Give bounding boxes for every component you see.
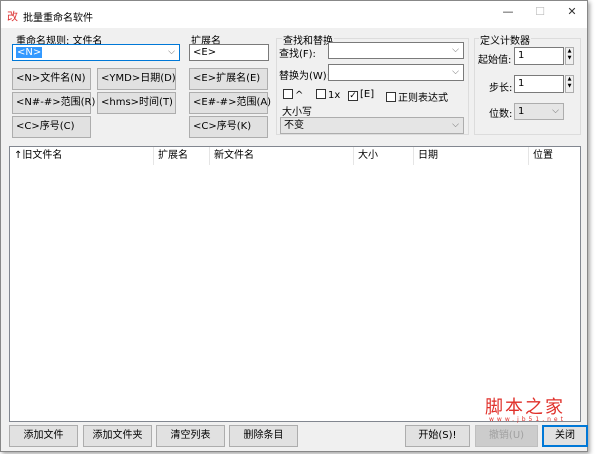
start-input[interactable]: 1 bbox=[514, 47, 564, 65]
column-size[interactable]: 大小 bbox=[354, 147, 414, 165]
ext-include-checkbox[interactable]: ✓ [E] bbox=[348, 89, 374, 101]
checkbox-box bbox=[316, 89, 326, 99]
step-label: 步长: bbox=[489, 83, 513, 94]
chevron-down-icon: ⌵ bbox=[452, 120, 459, 130]
chevron-down-icon: ⌵ bbox=[168, 47, 175, 57]
checkbox-label: ^ bbox=[295, 90, 304, 101]
counter-group-label: 定义计数器 bbox=[479, 32, 531, 47]
chevron-down-icon: ⌵ bbox=[452, 67, 459, 77]
ext-input[interactable]: <E> bbox=[189, 44, 269, 61]
title-bar: 改 批量重命名软件 — ☐ ✕ bbox=[1, 1, 587, 28]
rule-combo[interactable]: <N> ⌵ bbox=[12, 44, 180, 61]
column-date[interactable]: 日期 bbox=[414, 147, 529, 165]
step-spinner[interactable]: ▲ ▼ bbox=[565, 75, 574, 93]
column-new-name[interactable]: 新文件名 bbox=[210, 147, 354, 165]
regex-checkbox[interactable]: 正则表达式 bbox=[386, 89, 448, 104]
checkbox-label: [E] bbox=[360, 89, 375, 100]
checkmark-icon: ✓ bbox=[348, 91, 358, 101]
close-window-button[interactable]: ✕ bbox=[557, 5, 587, 23]
rule-counter-button[interactable]: <C>序号(C) bbox=[12, 116, 91, 138]
start-spinner[interactable]: ▲ ▼ bbox=[565, 47, 574, 65]
case-select[interactable]: 不变 ⌵ bbox=[280, 117, 464, 134]
digits-label: 位数: bbox=[489, 109, 513, 120]
app-icon: 改 bbox=[7, 10, 18, 23]
rule-date-button[interactable]: <YMD>日期(D) bbox=[97, 68, 176, 90]
start-button[interactable]: 开始(S)! bbox=[405, 425, 470, 447]
ext-extension-button[interactable]: <E>扩展名(E) bbox=[189, 68, 268, 90]
file-list[interactable]: ↑旧文件名 扩展名 新文件名 大小 日期 位置 bbox=[9, 146, 581, 422]
find-label: 查找(F): bbox=[279, 49, 316, 60]
case-label: 大小写 bbox=[282, 107, 312, 118]
window-title: 批量重命名软件 bbox=[23, 13, 93, 24]
start-label: 起始值: bbox=[478, 55, 512, 66]
case-value: 不变 bbox=[284, 120, 304, 131]
close-button[interactable]: 关闭 bbox=[542, 425, 588, 447]
chevron-down-icon: ⌵ bbox=[452, 45, 459, 55]
caret-checkbox[interactable]: ^ bbox=[283, 89, 303, 101]
column-extension[interactable]: 扩展名 bbox=[154, 147, 210, 165]
clear-list-button[interactable]: 清空列表 bbox=[156, 425, 225, 447]
once-checkbox[interactable]: 1x bbox=[316, 89, 340, 101]
step-input[interactable]: 1 bbox=[514, 75, 564, 93]
rule-filename-button[interactable]: <N>文件名(N) bbox=[12, 68, 91, 90]
main-window: 改 批量重命名软件 — ☐ ✕ 重命名规则: 文件名 <N> ⌵ <N>文件名(N… bbox=[0, 0, 588, 452]
digits-value: 1 bbox=[518, 106, 525, 117]
maximize-button[interactable]: ☐ bbox=[525, 5, 555, 23]
checkbox-box bbox=[283, 89, 293, 99]
column-old-name[interactable]: ↑旧文件名 bbox=[10, 147, 154, 165]
rule-value: <N> bbox=[16, 47, 43, 58]
watermark-url: www.jb51.net bbox=[489, 416, 566, 423]
find-combo[interactable]: ⌵ bbox=[328, 42, 464, 59]
ext-counter-button[interactable]: <C>序号(K) bbox=[189, 116, 268, 138]
digits-select[interactable]: 1 ⌵ bbox=[514, 103, 564, 120]
add-folder-button[interactable]: 添加文件夹 bbox=[83, 425, 152, 447]
add-file-button[interactable]: 添加文件 bbox=[9, 425, 78, 447]
column-location[interactable]: 位置 bbox=[529, 147, 581, 165]
replace-label: 替换为(W): bbox=[279, 71, 331, 82]
checkbox-label: 1x bbox=[328, 90, 341, 101]
chevron-down-icon: ⌵ bbox=[552, 106, 559, 116]
minimize-button[interactable]: — bbox=[493, 5, 523, 23]
ext-range-button[interactable]: <E#-#>范围(A) bbox=[189, 92, 271, 114]
rule-range-button[interactable]: <N#-#>范围(R) bbox=[12, 92, 95, 114]
checkbox-label: 正则表达式 bbox=[398, 93, 448, 104]
delete-item-button[interactable]: 删除条目 bbox=[229, 425, 298, 447]
rule-time-button[interactable]: <hms>时间(T) bbox=[97, 92, 176, 114]
undo-button[interactable]: 撤销(U) bbox=[475, 425, 538, 447]
checkbox-box bbox=[386, 92, 396, 102]
replace-combo[interactable]: ⌵ bbox=[328, 64, 464, 81]
